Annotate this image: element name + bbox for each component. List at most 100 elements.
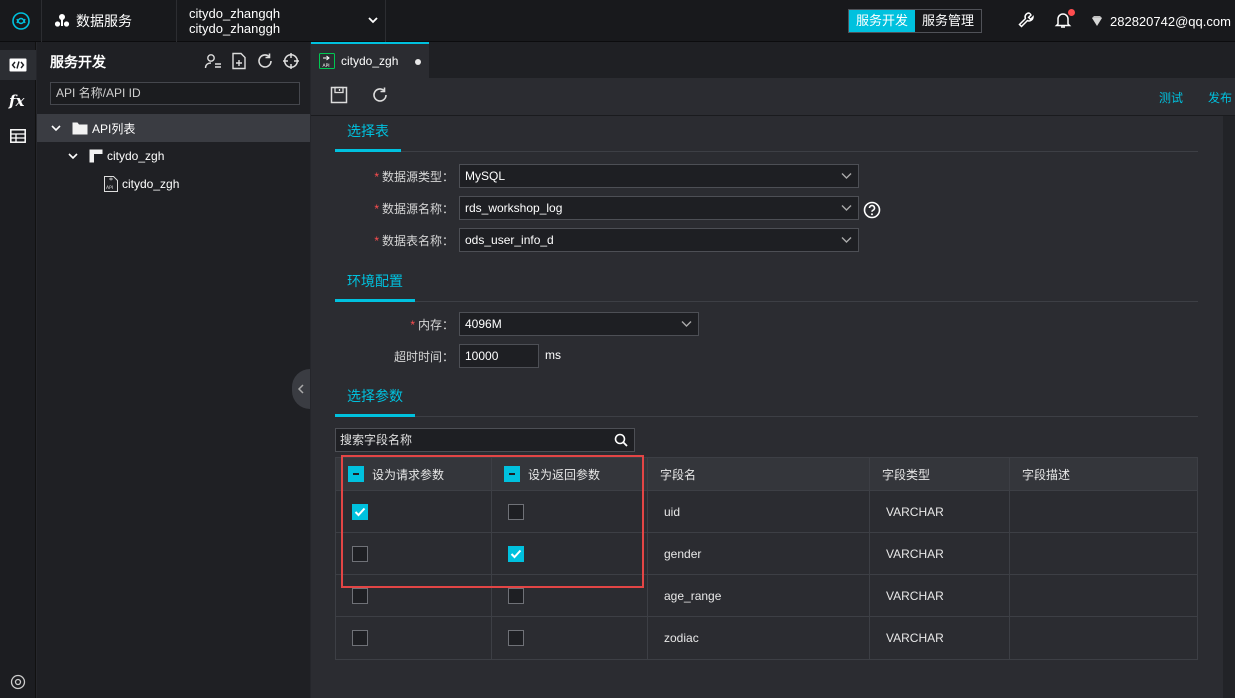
editor-area: API citydo_zgh 测试 发布 选择表 * 数据源类型： MySQL *… bbox=[311, 42, 1235, 698]
request-param-checkbox[interactable] bbox=[352, 503, 368, 520]
header-field-desc: 字段描述 bbox=[1022, 467, 1071, 482]
field-type-cell: VARCHAR bbox=[870, 533, 1010, 574]
table-row: gender VARCHAR bbox=[336, 533, 1197, 575]
table-row: uid VARCHAR bbox=[336, 491, 1197, 533]
workspace-name: citydo_zhangqh bbox=[189, 6, 281, 21]
tree-item-api[interactable]: API citydo_zgh bbox=[37, 170, 310, 198]
settings-gear-icon bbox=[10, 674, 26, 690]
fx-icon: fx bbox=[8, 93, 28, 109]
mode-switch: 服务开发 服务管理 bbox=[848, 9, 983, 33]
locate-icon[interactable] bbox=[282, 52, 300, 70]
field-desc-cell bbox=[1010, 617, 1199, 659]
header-field-name: 字段名 bbox=[648, 458, 870, 490]
table-name-select[interactable]: ods_user_info_d bbox=[459, 228, 859, 252]
field-desc-cell bbox=[1010, 575, 1199, 616]
chevron-down-icon bbox=[841, 236, 852, 244]
user-email: 282820742@qq.com bbox=[1110, 13, 1231, 29]
rail-table[interactable] bbox=[0, 121, 36, 151]
api-tab-icon: API bbox=[319, 53, 335, 69]
chevron-down-icon bbox=[367, 14, 379, 26]
field-search-input[interactable]: 搜索字段名称 bbox=[335, 428, 635, 452]
tree-item-api-list[interactable]: API列表 bbox=[37, 114, 310, 142]
api-group-icon bbox=[89, 149, 107, 163]
section-env-config: 环境配置 bbox=[335, 266, 1198, 302]
field-name-cell: zodiac bbox=[648, 617, 870, 659]
folder-icon bbox=[72, 121, 92, 135]
field-type-cell: VARCHAR bbox=[870, 575, 1010, 616]
add-user-icon[interactable] bbox=[204, 52, 222, 70]
tree-item-label: API列表 bbox=[92, 121, 136, 136]
memory-select[interactable]: 4096M bbox=[459, 312, 699, 336]
memory-row: * 内存： bbox=[311, 312, 454, 336]
ds-type-select[interactable]: MySQL bbox=[459, 164, 859, 188]
select-all-response-checkbox[interactable] bbox=[504, 466, 520, 482]
side-toolbar bbox=[204, 52, 300, 70]
field-type-cell: VARCHAR bbox=[870, 617, 1010, 659]
timeout-input[interactable]: 10000 bbox=[459, 344, 539, 368]
ds-type-row: * 数据源类型： bbox=[311, 164, 454, 188]
svg-text:API: API bbox=[106, 185, 113, 191]
search-icon[interactable] bbox=[614, 433, 628, 447]
header-response-param: 设为返回参数 bbox=[492, 458, 648, 490]
table-row: age_range VARCHAR bbox=[336, 575, 1197, 617]
table-icon bbox=[10, 129, 26, 143]
table-name-row: * 数据表名称： bbox=[311, 228, 454, 252]
chevron-down-icon bbox=[841, 204, 852, 212]
rail-settings[interactable] bbox=[0, 667, 36, 697]
tab-citydo-zgh[interactable]: API citydo_zgh bbox=[311, 42, 429, 78]
section-title: 选择表 bbox=[335, 122, 401, 152]
section-title: 环境配置 bbox=[335, 272, 415, 302]
response-param-checkbox[interactable] bbox=[508, 503, 524, 520]
section-title: 选择参数 bbox=[335, 387, 415, 417]
wrench-icon[interactable] bbox=[1017, 11, 1035, 29]
rail-functions[interactable]: fx bbox=[0, 86, 36, 116]
tab-label: citydo_zgh bbox=[341, 54, 399, 68]
mode-manage-button[interactable]: 服务管理 bbox=[915, 10, 981, 32]
workspace-selector[interactable]: citydo_zhangqh citydo_zhanggh bbox=[177, 0, 386, 42]
ds-name-select[interactable]: rds_workshop_log bbox=[459, 196, 859, 220]
editor-toolbar: 测试 发布 bbox=[311, 78, 1235, 116]
api-search-input[interactable]: API 名称/API ID bbox=[50, 82, 300, 105]
vertical-scrollbar[interactable] bbox=[1223, 116, 1235, 698]
chevron-left-icon bbox=[297, 384, 305, 394]
reload-icon[interactable] bbox=[371, 86, 389, 104]
response-param-checkbox[interactable] bbox=[508, 545, 524, 562]
field-name-cell: uid bbox=[648, 491, 870, 532]
mode-dev-button[interactable]: 服务开发 bbox=[849, 10, 916, 32]
table-name-label: * 数据表名称： bbox=[374, 234, 454, 248]
chevron-down-icon[interactable] bbox=[50, 122, 66, 134]
save-icon[interactable] bbox=[330, 86, 348, 104]
notification-dot bbox=[1068, 9, 1075, 16]
request-param-checkbox[interactable] bbox=[352, 630, 368, 646]
chevron-down-icon[interactable] bbox=[67, 150, 83, 162]
header-request-param: 设为请求参数 bbox=[336, 458, 492, 490]
tab-bar: API citydo_zgh bbox=[311, 42, 1235, 78]
refresh-icon[interactable] bbox=[256, 52, 274, 70]
help-icon[interactable] bbox=[863, 201, 881, 219]
request-param-checkbox[interactable] bbox=[352, 545, 368, 562]
new-file-icon[interactable] bbox=[230, 52, 248, 70]
product-name: 数据服务 bbox=[76, 13, 132, 29]
product-menu[interactable]: 数据服务 bbox=[42, 0, 177, 42]
tree-item-group[interactable]: citydo_zgh bbox=[37, 142, 310, 170]
test-link[interactable]: 测试 bbox=[1159, 89, 1183, 106]
response-param-checkbox[interactable] bbox=[508, 630, 524, 646]
side-title: 服务开发 bbox=[50, 54, 106, 70]
ds-name-row: * 数据源名称： bbox=[311, 196, 454, 220]
workspace-subname: citydo_zhanggh bbox=[189, 21, 281, 36]
select-all-request-checkbox[interactable] bbox=[348, 466, 364, 482]
ds-type-label: * 数据源类型： bbox=[374, 170, 454, 184]
user-menu[interactable]: 282820742@qq.com bbox=[1090, 0, 1231, 42]
request-param-checkbox[interactable] bbox=[352, 587, 368, 604]
chevron-down-icon bbox=[841, 172, 852, 180]
publish-link[interactable]: 发布 bbox=[1208, 89, 1232, 106]
top-bar: 数据服务 citydo_zhangqh citydo_zhanggh 服务开发 … bbox=[0, 0, 1235, 42]
memory-label: * 内存： bbox=[410, 318, 454, 332]
table-header-row: 设为请求参数 设为返回参数 字段名 字段类型 字段描述 bbox=[336, 458, 1197, 491]
rail-api-dev[interactable] bbox=[0, 50, 36, 80]
response-param-checkbox[interactable] bbox=[508, 587, 524, 604]
app-logo-icon[interactable] bbox=[0, 0, 42, 42]
section-params: 选择参数 bbox=[335, 381, 1198, 417]
api-config-form: 选择表 * 数据源类型： MySQL * 数据源名称： rds_workshop_l… bbox=[311, 116, 1223, 698]
timeout-row: 超时时间： bbox=[311, 344, 454, 368]
